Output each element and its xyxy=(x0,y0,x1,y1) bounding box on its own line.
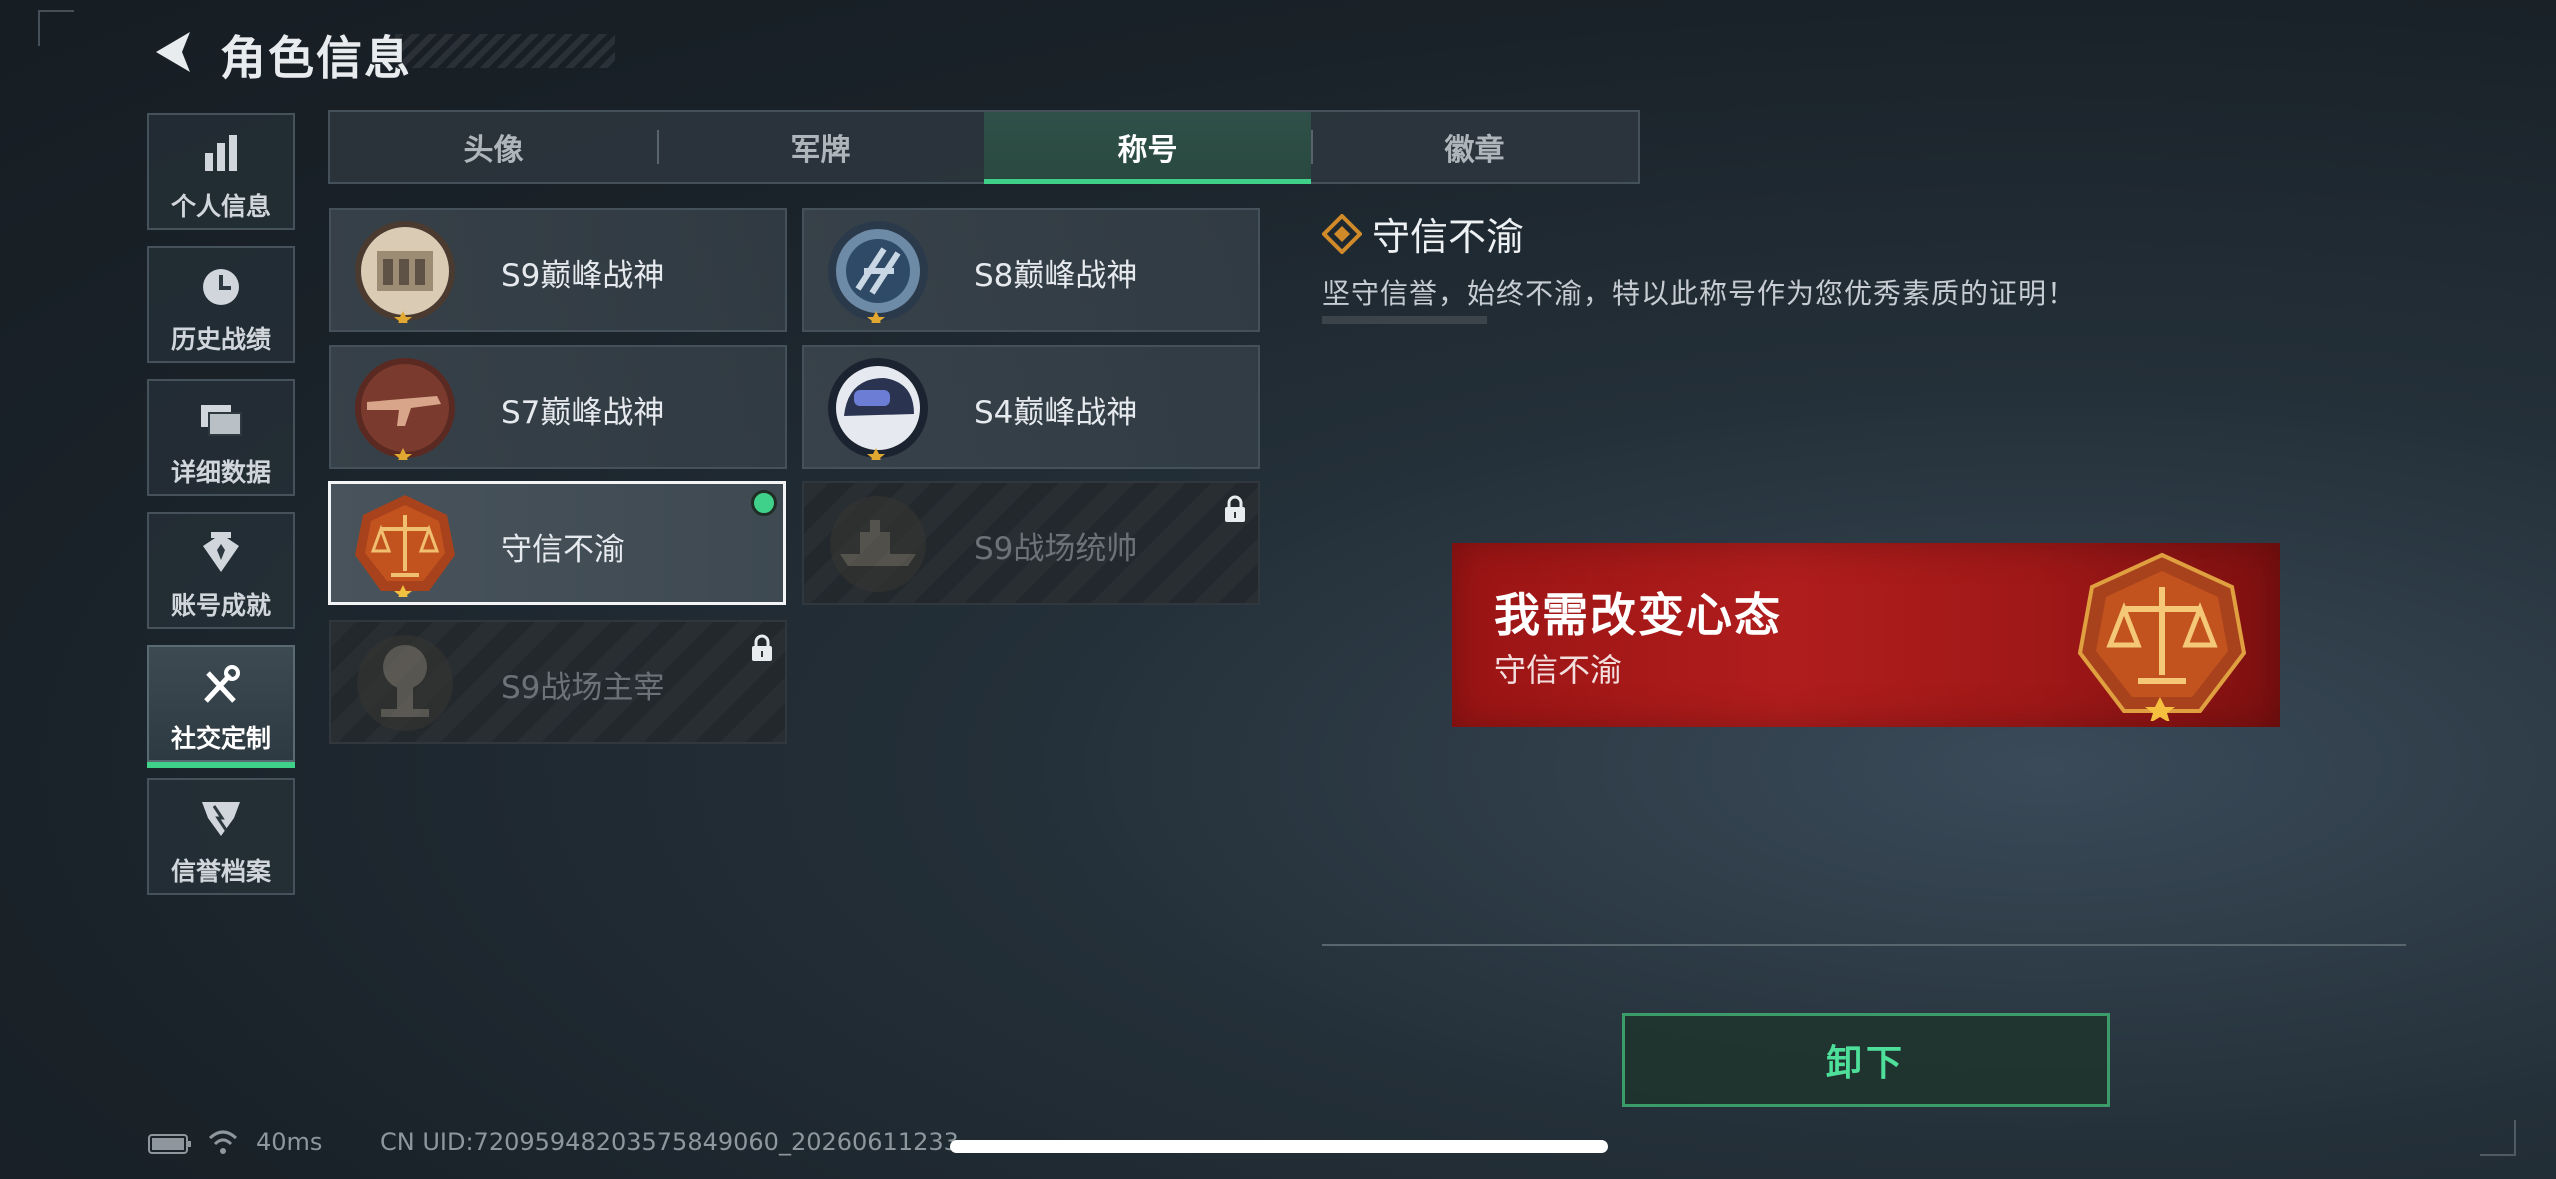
rifle-badge-icon xyxy=(355,358,455,460)
sidebar-item-history[interactable]: 历史战绩 xyxy=(147,246,295,363)
blue-globe-badge-icon xyxy=(828,221,928,323)
sidebar-item-label: 历史战绩 xyxy=(170,325,271,354)
frame-corner-decoration xyxy=(38,10,74,46)
title-name: S7巅峰战神 xyxy=(501,395,665,431)
preview-player-name: 我需改变心态 xyxy=(1494,588,1782,642)
wifi-icon xyxy=(208,1130,238,1154)
equipped-indicator-dot xyxy=(751,490,777,516)
lock-icon xyxy=(1225,495,1245,522)
title-card-s9-commander[interactable]: S9战场统帅 xyxy=(802,481,1260,605)
sidebar-item-detailed-data[interactable]: 详细数据 xyxy=(147,379,295,496)
tab-title[interactable]: 称号 xyxy=(984,112,1311,184)
sidebar-item-label: 账号成就 xyxy=(170,591,271,620)
scales-badge-icon xyxy=(355,495,455,597)
title-card-s9-peak[interactable]: S9巅峰战神 xyxy=(329,208,787,332)
detail-description: 坚守信誉，始终不渝，特以此称号作为您优秀素质的证明！ xyxy=(1322,277,2077,310)
title-preview-banner: 我需改变心态 守信不渝 xyxy=(1452,543,2280,727)
title-name: S8巅峰战神 xyxy=(974,258,1138,294)
clock-icon xyxy=(203,269,239,305)
unequip-button[interactable]: 卸下 xyxy=(1622,1013,2110,1107)
warship-badge-icon xyxy=(830,496,926,592)
frame-corner-decoration xyxy=(2480,1120,2516,1156)
credit-shield-icon xyxy=(202,802,240,836)
mushroom-cloud-badge-icon xyxy=(357,635,453,731)
fortress-badge-icon xyxy=(355,221,455,323)
tab-medal[interactable]: 徽章 xyxy=(1311,112,1638,182)
detail-divider xyxy=(1322,944,2406,946)
title-name: S4巅峰战神 xyxy=(974,395,1138,431)
title-card-keep-faith[interactable]: 守信不渝 xyxy=(328,481,786,605)
preview-title-name: 守信不渝 xyxy=(1494,651,1623,689)
sidebar-item-label: 详细数据 xyxy=(170,458,271,487)
tab-dog-tag[interactable]: 军牌 xyxy=(657,112,984,182)
sidebar-item-credit-record[interactable]: 信誉档案 xyxy=(147,778,295,895)
tab-avatar[interactable]: 头像 xyxy=(330,112,657,182)
sidebar-item-social-custom[interactable]: 社交定制 xyxy=(147,645,295,768)
diamond-title-icon xyxy=(1322,214,1362,254)
player-uid: CN UID:72095948203575849060_20260611233 xyxy=(380,1128,959,1156)
title-card-s4-peak[interactable]: S4巅峰战神 xyxy=(802,345,1260,469)
sidebar-item-label: 信誉档案 xyxy=(170,857,271,886)
sidebar-item-achievements[interactable]: 账号成就 xyxy=(147,512,295,629)
bar-chart-icon xyxy=(205,135,237,171)
title-card-s9-dominator[interactable]: S9战场主宰 xyxy=(329,620,787,744)
tools-icon xyxy=(204,665,240,703)
home-indicator[interactable] xyxy=(950,1140,1608,1153)
scales-badge-icon xyxy=(2077,552,2247,721)
sidebar-item-label: 个人信息 xyxy=(170,192,271,221)
achievement-icon xyxy=(203,532,239,572)
title-card-s7-peak[interactable]: S7巅峰战神 xyxy=(329,345,787,469)
sidebar-item-label: 社交定制 xyxy=(170,724,271,753)
detail-date-bar xyxy=(1322,316,1487,324)
title-name: 守信不渝 xyxy=(501,532,625,568)
page-title: 角色信息 xyxy=(220,31,412,85)
title-card-s8-peak[interactable]: S8巅峰战神 xyxy=(802,208,1260,332)
category-tabs: 头像 军牌 称号 徽章 xyxy=(328,110,1640,184)
helmet-badge-icon xyxy=(828,358,928,460)
battery-icon xyxy=(148,1134,191,1154)
folder-icon xyxy=(201,405,242,436)
sidebar-item-personal-info[interactable]: 个人信息 xyxy=(147,113,295,230)
network-latency: 40ms xyxy=(256,1128,323,1156)
title-decoration xyxy=(395,34,615,68)
lock-icon xyxy=(752,634,772,661)
title-name: S9战场统帅 xyxy=(974,531,1138,567)
title-name: S9巅峰战神 xyxy=(501,258,665,294)
back-arrow-icon[interactable] xyxy=(150,28,194,76)
title-name: S9战场主宰 xyxy=(501,670,665,706)
detail-title: 守信不渝 xyxy=(1372,215,1525,259)
